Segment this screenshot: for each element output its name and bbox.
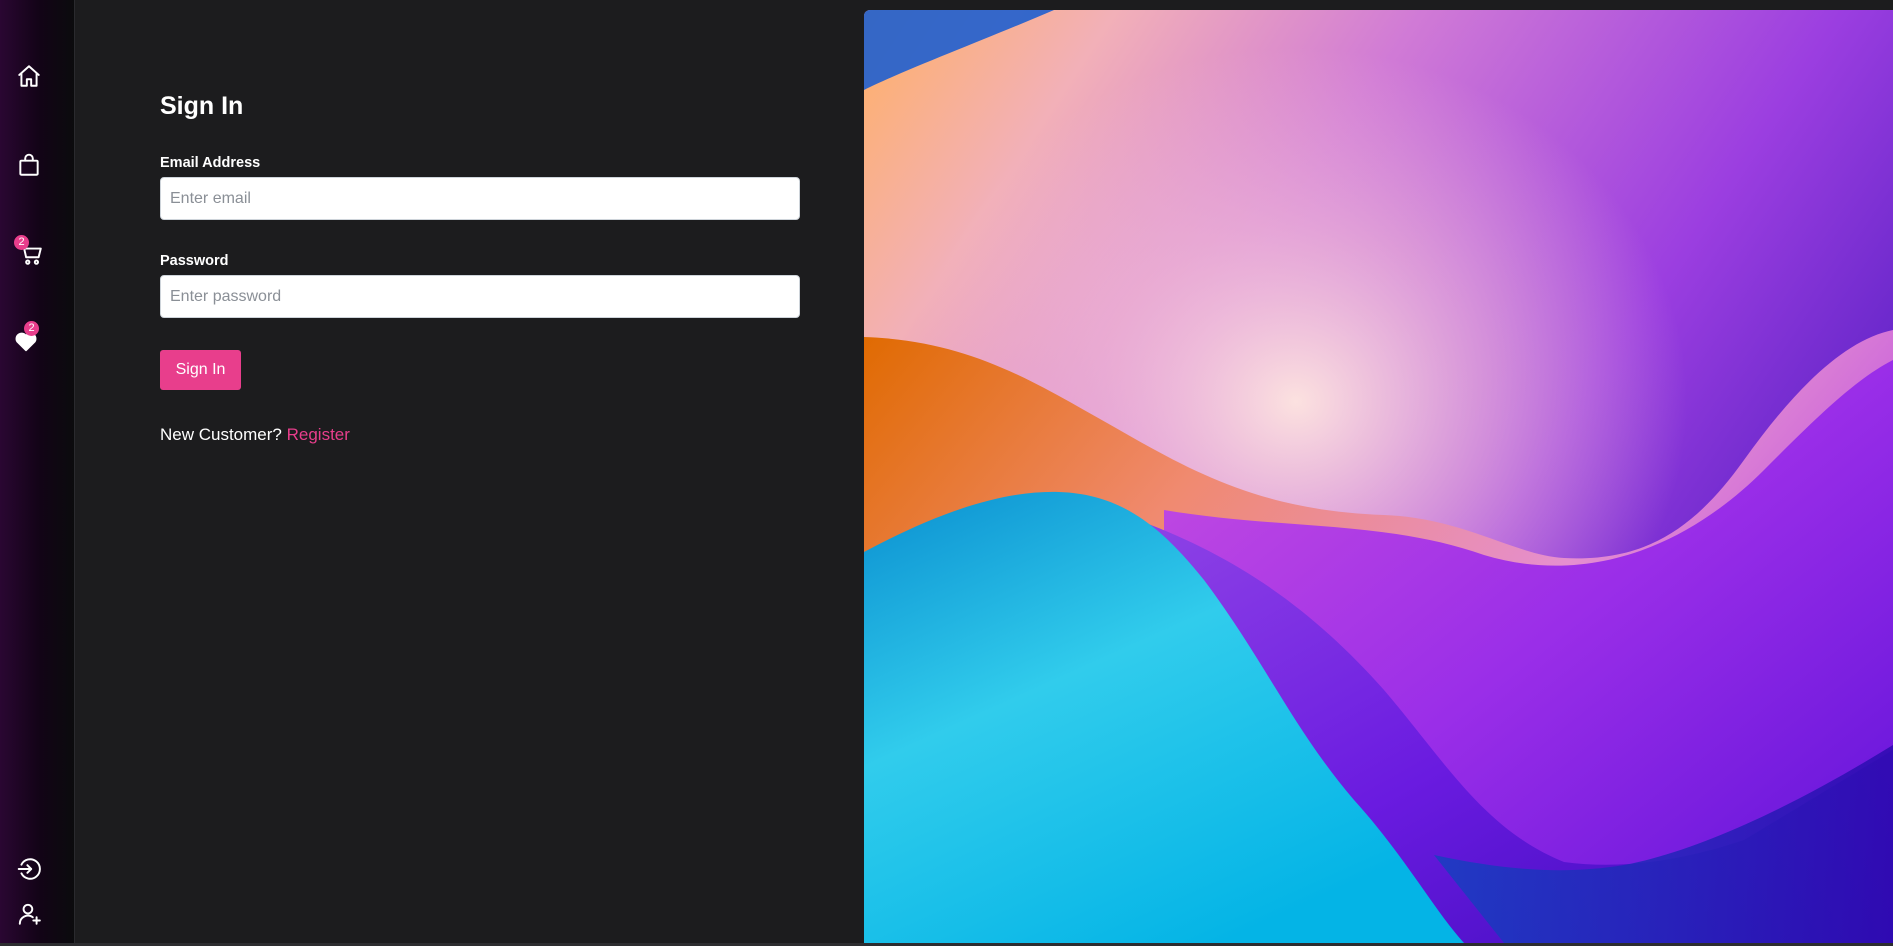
register-prompt: New Customer? Register [160,425,350,445]
register-link[interactable]: Register [287,425,350,444]
shopping-bag-icon [19,153,39,176]
abstract-wave-image [864,10,1893,943]
favorites-count-badge: 2 [24,321,39,336]
sidebar-item-account[interactable] [0,894,58,934]
sidebar-item-favorites[interactable]: 2 [0,321,58,361]
password-field[interactable] [160,275,800,318]
sidebar-item-cart[interactable]: 2 [0,234,58,274]
sidebar-item-home[interactable] [0,56,58,96]
sidebar: 2 2 [0,0,75,946]
app-root: 2 2 Sign In Email Address Enter email Pa… [0,0,1893,946]
new-customer-text: New Customer? [160,425,282,444]
sidebar-item-login[interactable] [0,849,58,889]
sign-in-button[interactable]: Sign In [160,350,241,390]
cart-count-badge: 2 [14,235,29,250]
home-icon [18,65,40,87]
page-title: Sign In [160,92,244,120]
login-icon [17,858,41,880]
sidebar-item-shop[interactable] [0,145,58,185]
hero-image [864,10,1893,943]
email-label: Email Address [160,155,261,171]
password-label: Password [160,253,229,269]
user-plus-icon [18,903,41,925]
email-field[interactable] [160,177,800,220]
